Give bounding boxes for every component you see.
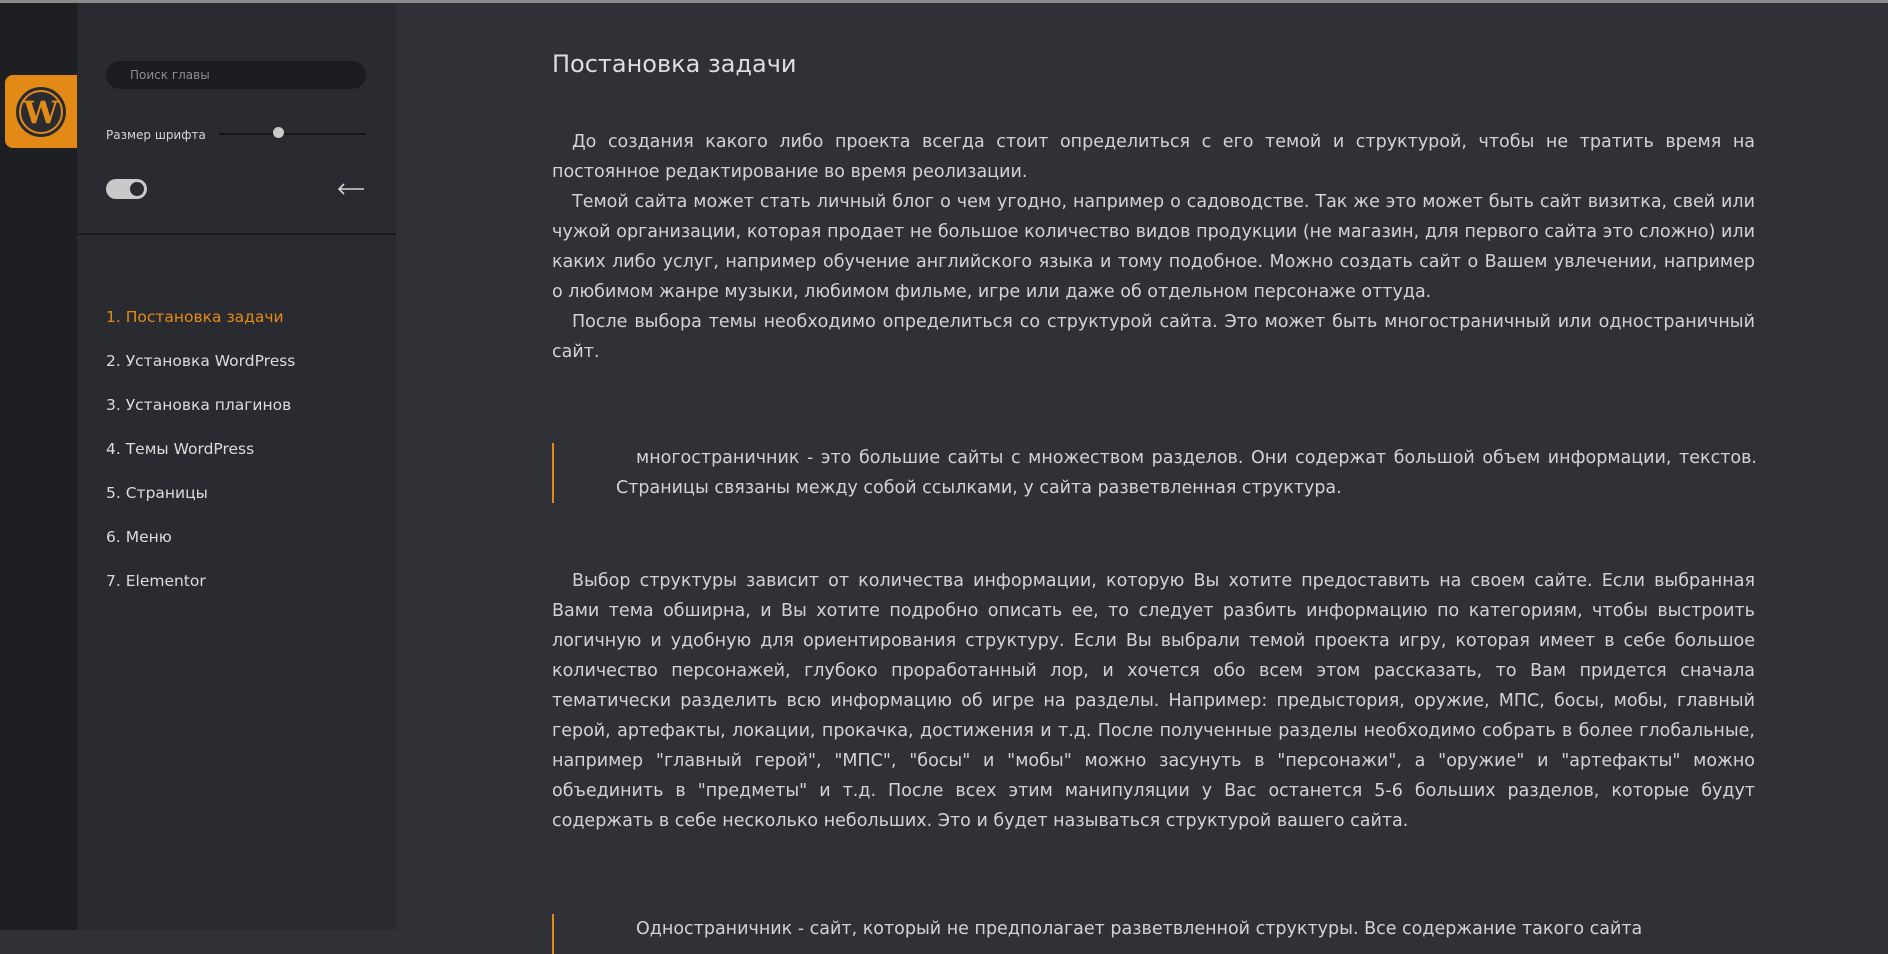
quote-text: многостраничник - это большие сайты с мн… (616, 448, 1757, 498)
quote-text: Одностраничник - сайт, который не предпо… (636, 919, 1643, 939)
font-size-label: Размер шрифта (106, 128, 206, 142)
chapter-sidebar: Размер шрифта 1. Постановка задачи2. Уст… (77, 3, 396, 930)
wordpress-logo-icon[interactable]: W (5, 75, 77, 148)
chapter-item-2[interactable]: 2. Установка WordPress (106, 350, 295, 394)
blockquote-singlepage: Одностраничник - сайт, который не предпо… (552, 914, 1757, 954)
chapter-search-input[interactable] (106, 61, 366, 89)
chapter-item-6[interactable]: 6. Меню (106, 526, 295, 570)
paragraph: До создания какого либо проекта всегда с… (552, 132, 1755, 182)
theme-toggle[interactable] (106, 179, 147, 199)
intro-paragraphs: До создания какого либо проекта всегда с… (552, 127, 1755, 367)
chapter-item-4[interactable]: 4. Темы WordPress (106, 438, 295, 482)
chapter-list: 1. Постановка задачи 2. Установка WordPre… (106, 306, 295, 614)
blockquote-multipage: многостраничник - это большие сайты с мн… (552, 443, 1757, 503)
svg-text:W: W (23, 95, 60, 131)
theme-toggle-knob (130, 182, 144, 196)
font-size-slider[interactable] (219, 133, 366, 135)
chapter-item-5[interactable]: 5. Страницы (106, 482, 295, 526)
paragraph: Выбор структуры зависит от количества ин… (552, 571, 1755, 831)
font-size-slider-thumb[interactable] (272, 127, 284, 138)
chapter-item-3[interactable]: 3. Установка плагинов (106, 394, 295, 438)
paragraph: После выбора темы необходимо определитьс… (552, 312, 1755, 362)
article-content: Постановка задачи До создания какого либ… (552, 3, 1757, 954)
chapter-item-1[interactable]: 1. Постановка задачи (106, 306, 295, 350)
page-title: Постановка задачи (552, 50, 797, 78)
left-rail: W (0, 3, 77, 930)
sidebar-controls: Размер шрифта (77, 3, 396, 235)
chapter-item-7[interactable]: 7. Elementor (106, 570, 295, 614)
arrow-left-icon[interactable] (336, 178, 366, 200)
paragraph: Темой сайта может стать личный блог о че… (552, 192, 1755, 302)
structure-paragraph-block: Выбор структуры зависит от количества ин… (552, 566, 1755, 836)
